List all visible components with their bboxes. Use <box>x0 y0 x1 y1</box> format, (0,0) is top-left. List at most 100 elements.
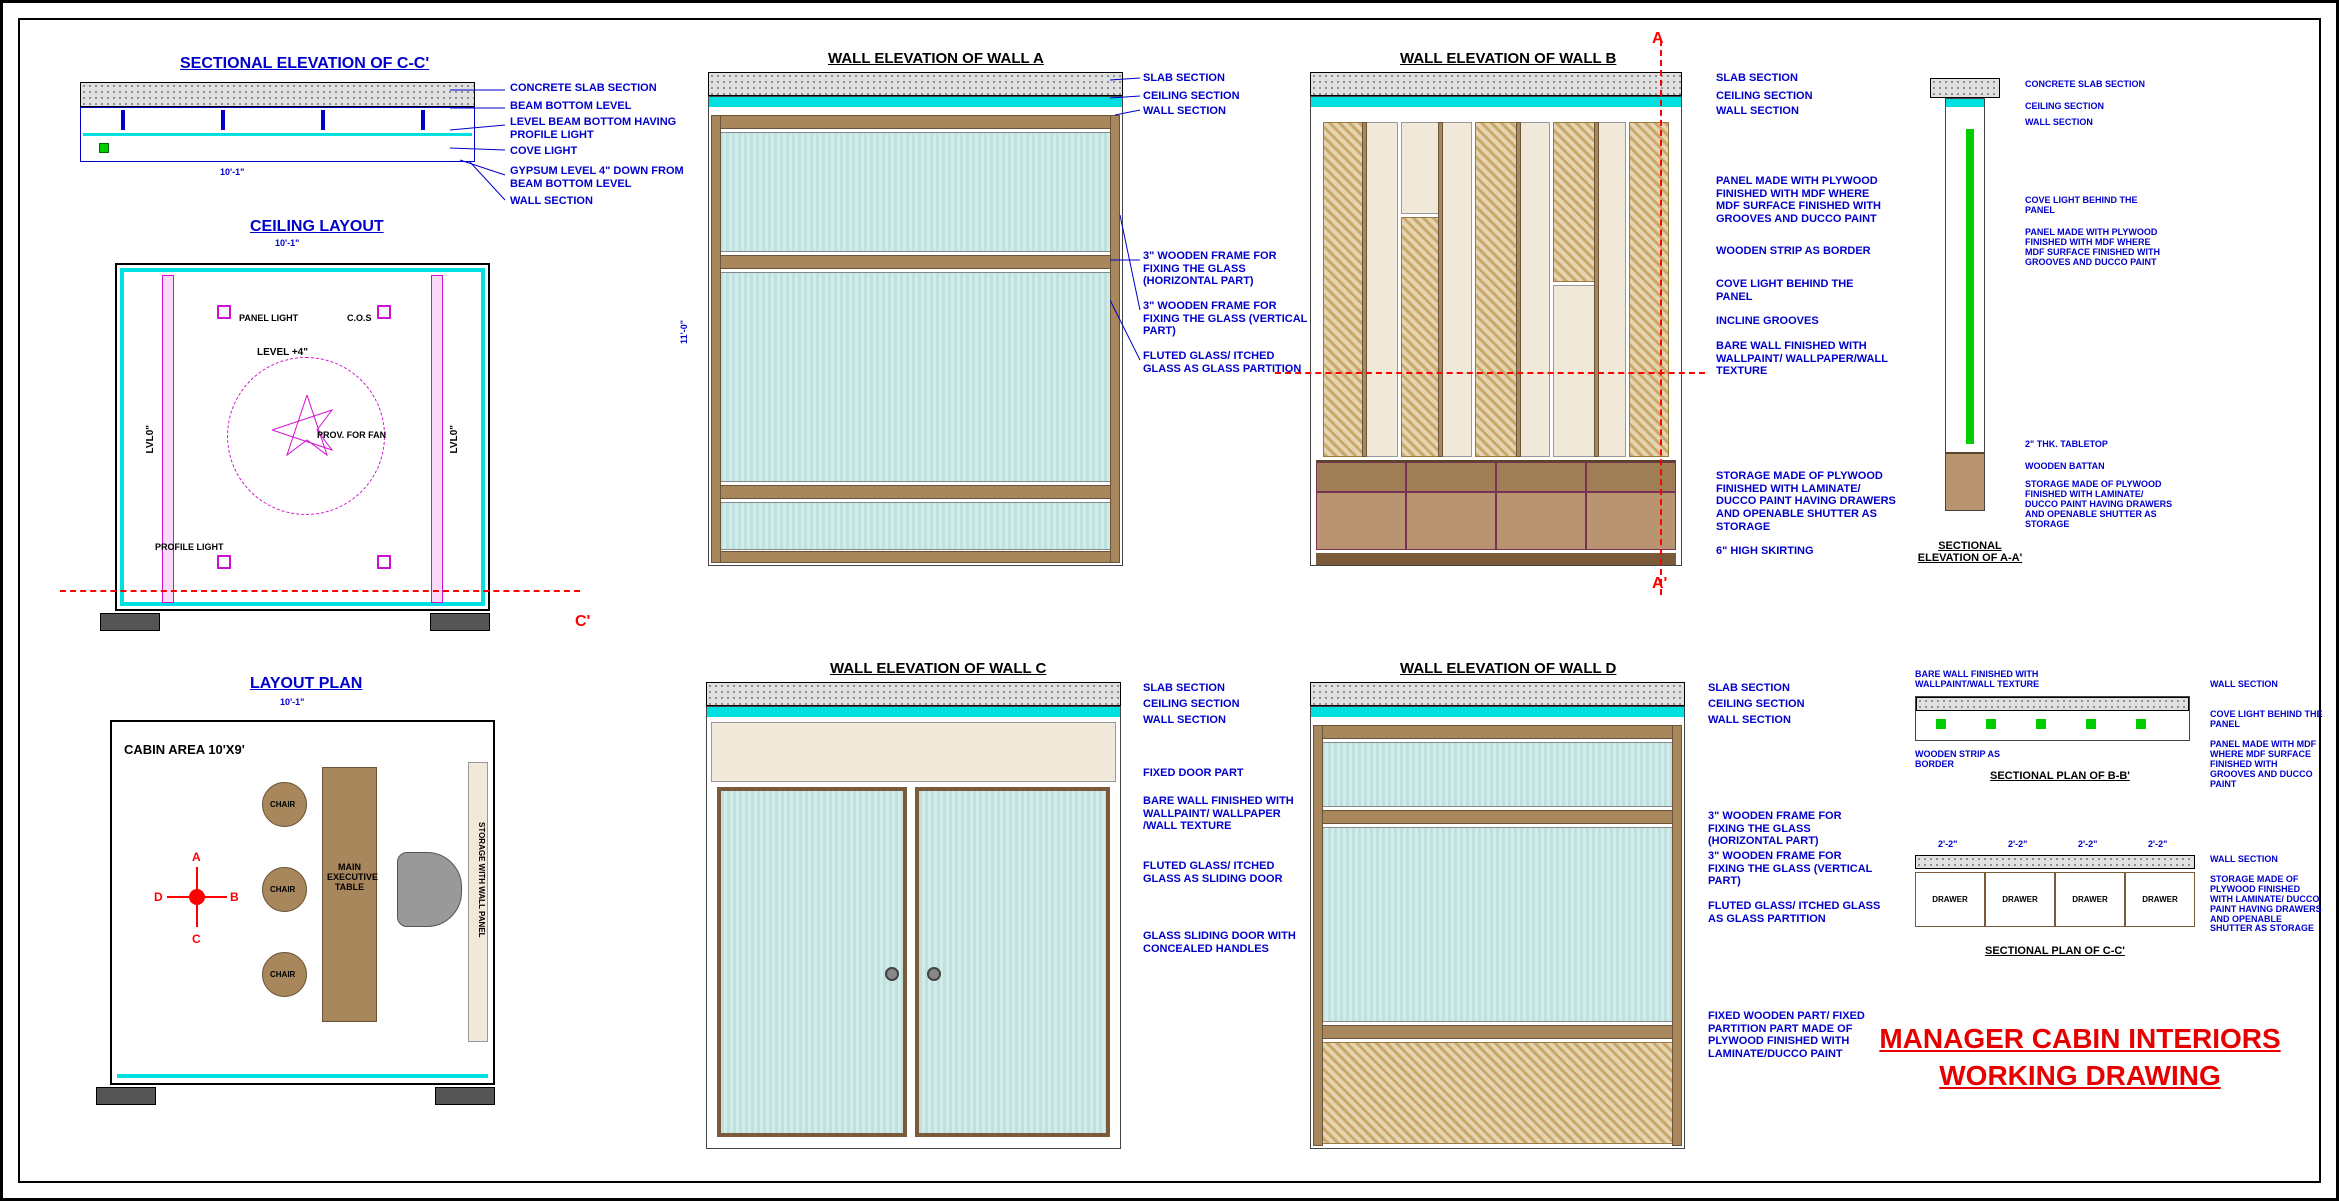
label-gypsum: GYPSUM LEVEL 4" DOWN FROM BEAM BOTTOM LE… <box>510 165 690 190</box>
main-title-1: MANAGER CABIN INTERIORS <box>1870 1023 2290 1055</box>
ceiling-section-c <box>60 590 580 592</box>
title-wall-b: WALL ELEVATION OF WALL B <box>1400 50 1616 67</box>
wd-slab: SLAB SECTION <box>1708 682 1790 695</box>
sec-aa-slab <box>1930 78 2000 98</box>
wall-b-panel <box>1310 96 1682 566</box>
wall-c-panel <box>706 706 1121 1149</box>
wb-n1: PANEL MADE WITH PLYWOOD FINISHED WITH MD… <box>1716 175 1891 226</box>
panel-light-label: PANEL LIGHT <box>239 313 298 323</box>
aa-n4: PANEL MADE WITH PLYWOOD FINISHED WITH MD… <box>2025 228 2170 268</box>
main-title-2: WORKING DRAWING <box>1870 1060 2290 1092</box>
wd-wall: WALL SECTION <box>1708 714 1791 727</box>
dim-layout-top: 10'-1" <box>280 698 304 708</box>
a2-mark: A' <box>1652 575 1667 593</box>
drawing-sheet: SECTIONAL ELEVATION OF C-C' CONCRETE SLA… <box>0 0 2339 1201</box>
wd-n2: 3" WOODEN FRAME FOR FIXING THE GLASS (VE… <box>1708 850 1878 888</box>
wc-n3: FLUTED GLASS/ ITCHED GLASS AS SLIDING DO… <box>1143 860 1308 885</box>
profile-light-label: PROFILE LIGHT <box>155 542 224 552</box>
wa-note2: 3" WOODEN FRAME FOR FIXING THE GLASS (VE… <box>1143 300 1308 338</box>
wa-dim-h: 11'-0" <box>680 320 690 344</box>
wall-a-slab <box>708 72 1123 96</box>
wa-wall-label: WALL SECTION <box>1143 105 1226 118</box>
a-mark: A <box>1652 30 1664 48</box>
drawer-2: DRAWER <box>1985 872 2055 927</box>
bb-n4: WOODEN STRIP AS BORDER <box>1915 750 2000 770</box>
dim-ceil-top: 10'-1" <box>275 239 299 249</box>
cc-d3: 2'-2" <box>2078 840 2097 850</box>
wb-n6: STORAGE MADE OF PLYWOOD FINISHED WITH LA… <box>1716 470 1901 533</box>
bb-n1: WALL SECTION <box>2210 680 2278 690</box>
title-wall-c: WALL ELEVATION OF WALL C <box>830 660 1046 677</box>
wb-slab: SLAB SECTION <box>1716 72 1798 85</box>
wb-wall: WALL SECTION <box>1716 105 1799 118</box>
aa-n1: CEILING SECTION <box>2025 102 2104 112</box>
wall-a-panel <box>708 96 1123 566</box>
wd-n3: FLUTED GLASS/ ITCHED GLASS AS GLASS PART… <box>1708 900 1888 925</box>
title-sec-cc-plan: SECTIONAL PLAN OF C-C' <box>1985 945 2125 957</box>
wa-note1: 3" WOODEN FRAME FOR FIXING THE GLASS (HO… <box>1143 250 1308 288</box>
chair-2: CHAIR <box>270 885 295 894</box>
wd-n1: 3" WOODEN FRAME FOR FIXING THE GLASS (HO… <box>1708 810 1878 848</box>
wb-ceil: CEILING SECTION <box>1716 90 1813 103</box>
sec-bb-body <box>1915 696 2190 741</box>
ccp-n2: STORAGE MADE OF PLYWOOD FINISHED WITH LA… <box>2210 875 2325 934</box>
cc-d4: 2'-2" <box>2148 840 2167 850</box>
label-concrete-slab: CONCRETE SLAB SECTION <box>510 82 657 95</box>
lvl0-left: LVL0" <box>145 425 156 453</box>
chair-1: CHAIR <box>270 800 295 809</box>
wc-n2: BARE WALL FINISHED WITH WALLPAINT/ WALLP… <box>1143 795 1308 833</box>
layout-plan: CABIN AREA 10'X9' MAIN EXECUTIVE TABLE C… <box>110 720 495 1085</box>
wc-ceil: CEILING SECTION <box>1143 698 1240 711</box>
compass-c: C <box>192 932 201 946</box>
aa-n7: STORAGE MADE OF PLYWOOD FINISHED WITH LA… <box>2025 480 2175 529</box>
wc-wall: WALL SECTION <box>1143 714 1226 727</box>
label-beam-bottom: BEAM BOTTOM LEVEL <box>510 100 631 113</box>
label-wall-sec: WALL SECTION <box>510 195 593 208</box>
sec-cc-wall <box>1915 855 2195 869</box>
drawer-3: DRAWER <box>2055 872 2125 927</box>
dim-cc-1: 10'-1" <box>220 168 244 178</box>
aa-n6: WOODEN BATTAN <box>2025 462 2105 472</box>
wb-n3: COVE LIGHT BEHIND THE PANEL <box>1716 278 1891 303</box>
aa-n2: WALL SECTION <box>2025 118 2093 128</box>
compass-b: B <box>230 890 239 904</box>
lvl0-right: LVL0" <box>449 425 460 453</box>
bb-n3: PANEL MADE WITH MDF WHERE MDF SURFACE FI… <box>2210 740 2325 789</box>
wall-d-slab <box>1310 682 1685 706</box>
title-sec-bb: SECTIONAL PLAN OF B-B' <box>1990 770 2130 782</box>
aa-n5: 2" THK. TABLETOP <box>2025 440 2108 450</box>
bb-n2: COVE LIGHT BEHIND THE PANEL <box>2210 710 2325 730</box>
label-profile-light: LEVEL BEAM BOTTOM HAVING PROFILE LIGHT <box>510 116 690 141</box>
ceiling-fan-label: PROV. FOR FAN <box>317 430 386 440</box>
slab-sec-cc <box>80 82 475 107</box>
label-cove-light: COVE LIGHT <box>510 145 577 158</box>
chair-3: CHAIR <box>270 970 295 979</box>
c-mark: C' <box>575 613 590 631</box>
title-sec-elev-cc: SECTIONAL ELEVATION OF C-C' <box>180 55 429 73</box>
wa-slab-label: SLAB SECTION <box>1143 72 1225 85</box>
wall-b-sec-a <box>1660 40 1662 595</box>
sec-cc-drawers: DRAWER DRAWER DRAWER DRAWER <box>1915 872 2195 927</box>
wb-n7: 6" HIGH SKIRTING <box>1716 545 1814 558</box>
aa-n0: CONCRETE SLAB SECTION <box>2025 80 2145 90</box>
ceiling-level: LEVEL +4" <box>257 347 308 358</box>
wb-n5: BARE WALL FINISHED WITH WALLPAINT/ WALLP… <box>1716 340 1891 378</box>
compass-d: D <box>154 890 163 904</box>
aa-n3: COVE LIGHT BEHIND THE PANEL <box>2025 196 2145 216</box>
title-layout: LAYOUT PLAN <box>250 675 362 693</box>
wb-n2: WOODEN STRIP AS BORDER <box>1716 245 1891 258</box>
wd-ceil: CEILING SECTION <box>1708 698 1805 711</box>
title-wall-d: WALL ELEVATION OF WALL D <box>1400 660 1616 677</box>
title-wall-a: WALL ELEVATION OF WALL A <box>828 50 1044 67</box>
wb-n4: INCLINE GROOVES <box>1716 315 1891 328</box>
cc-d2: 2'-2" <box>2008 840 2027 850</box>
table-label: MAIN EXECUTIVE TABLE <box>327 862 372 892</box>
sec-aa-body <box>1945 98 1985 511</box>
wc-n1: FIXED DOOR PART <box>1143 767 1244 780</box>
title-sec-aa: SECTIONAL ELEVATION OF A-A' <box>1915 540 2025 564</box>
cc-d1: 2'-2" <box>1938 840 1957 850</box>
wall-b-slab <box>1310 72 1682 96</box>
wall-b-sec-b <box>1275 372 1705 374</box>
cos-label: C.O.S <box>347 313 372 323</box>
ceiling-sec-cc <box>80 107 475 162</box>
